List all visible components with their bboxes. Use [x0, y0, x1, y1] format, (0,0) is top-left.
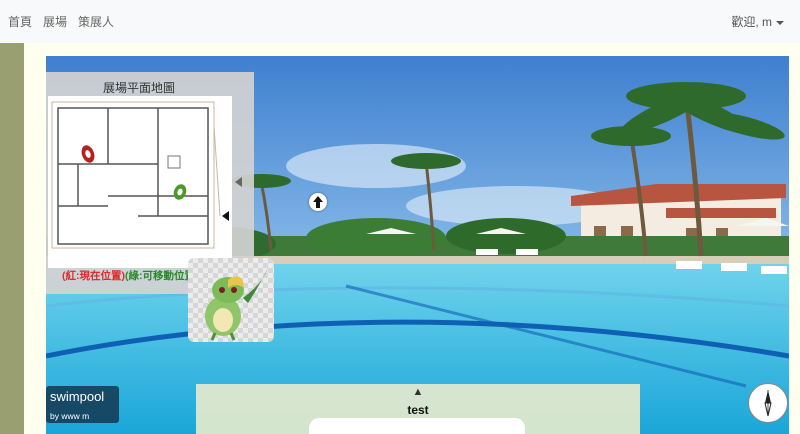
scene-info-label[interactable]: swimpool by www m [46, 386, 119, 423]
floor-plan-drawing [48, 96, 232, 268]
scene-title: swimpool [50, 389, 105, 404]
nav-link-exhibitions[interactable]: 展場 [43, 13, 67, 30]
legend-current-position: (紅:現在位置) [62, 270, 125, 282]
user-menu-dropdown[interactable]: 歡迎, m [731, 13, 784, 30]
scene-author: by www m [50, 411, 90, 421]
guide-mascot-image [188, 258, 274, 342]
nav-link-home[interactable]: 首頁 [8, 13, 32, 30]
collapse-triangle-icon[interactable] [234, 176, 248, 190]
top-navbar: 首頁 展場 策展人 歡迎, m [0, 0, 800, 43]
user-greeting: 歡迎, m [731, 15, 772, 29]
caret-down-icon [776, 20, 784, 25]
floor-map-title: 展場平面地圖 [102, 81, 175, 95]
scene-list-panel: ▲ test [196, 384, 640, 434]
left-sidebar-strip [0, 43, 24, 434]
scene-list-toggle-icon[interactable]: ▲ [196, 386, 640, 398]
up-arrow-hotspot-icon[interactable] [309, 193, 327, 211]
scene-list-name: test [407, 403, 429, 417]
scene-thumbnail-tab[interactable] [309, 418, 525, 434]
compass-icon[interactable] [748, 383, 788, 423]
map-expand-triangle-icon[interactable] [222, 208, 232, 221]
nav-link-curators[interactable]: 策展人 [78, 13, 114, 30]
floor-map-legend: (紅:現在位置)(綠:可移動位置) [62, 268, 199, 283]
floor-plan-image[interactable] [48, 96, 232, 268]
